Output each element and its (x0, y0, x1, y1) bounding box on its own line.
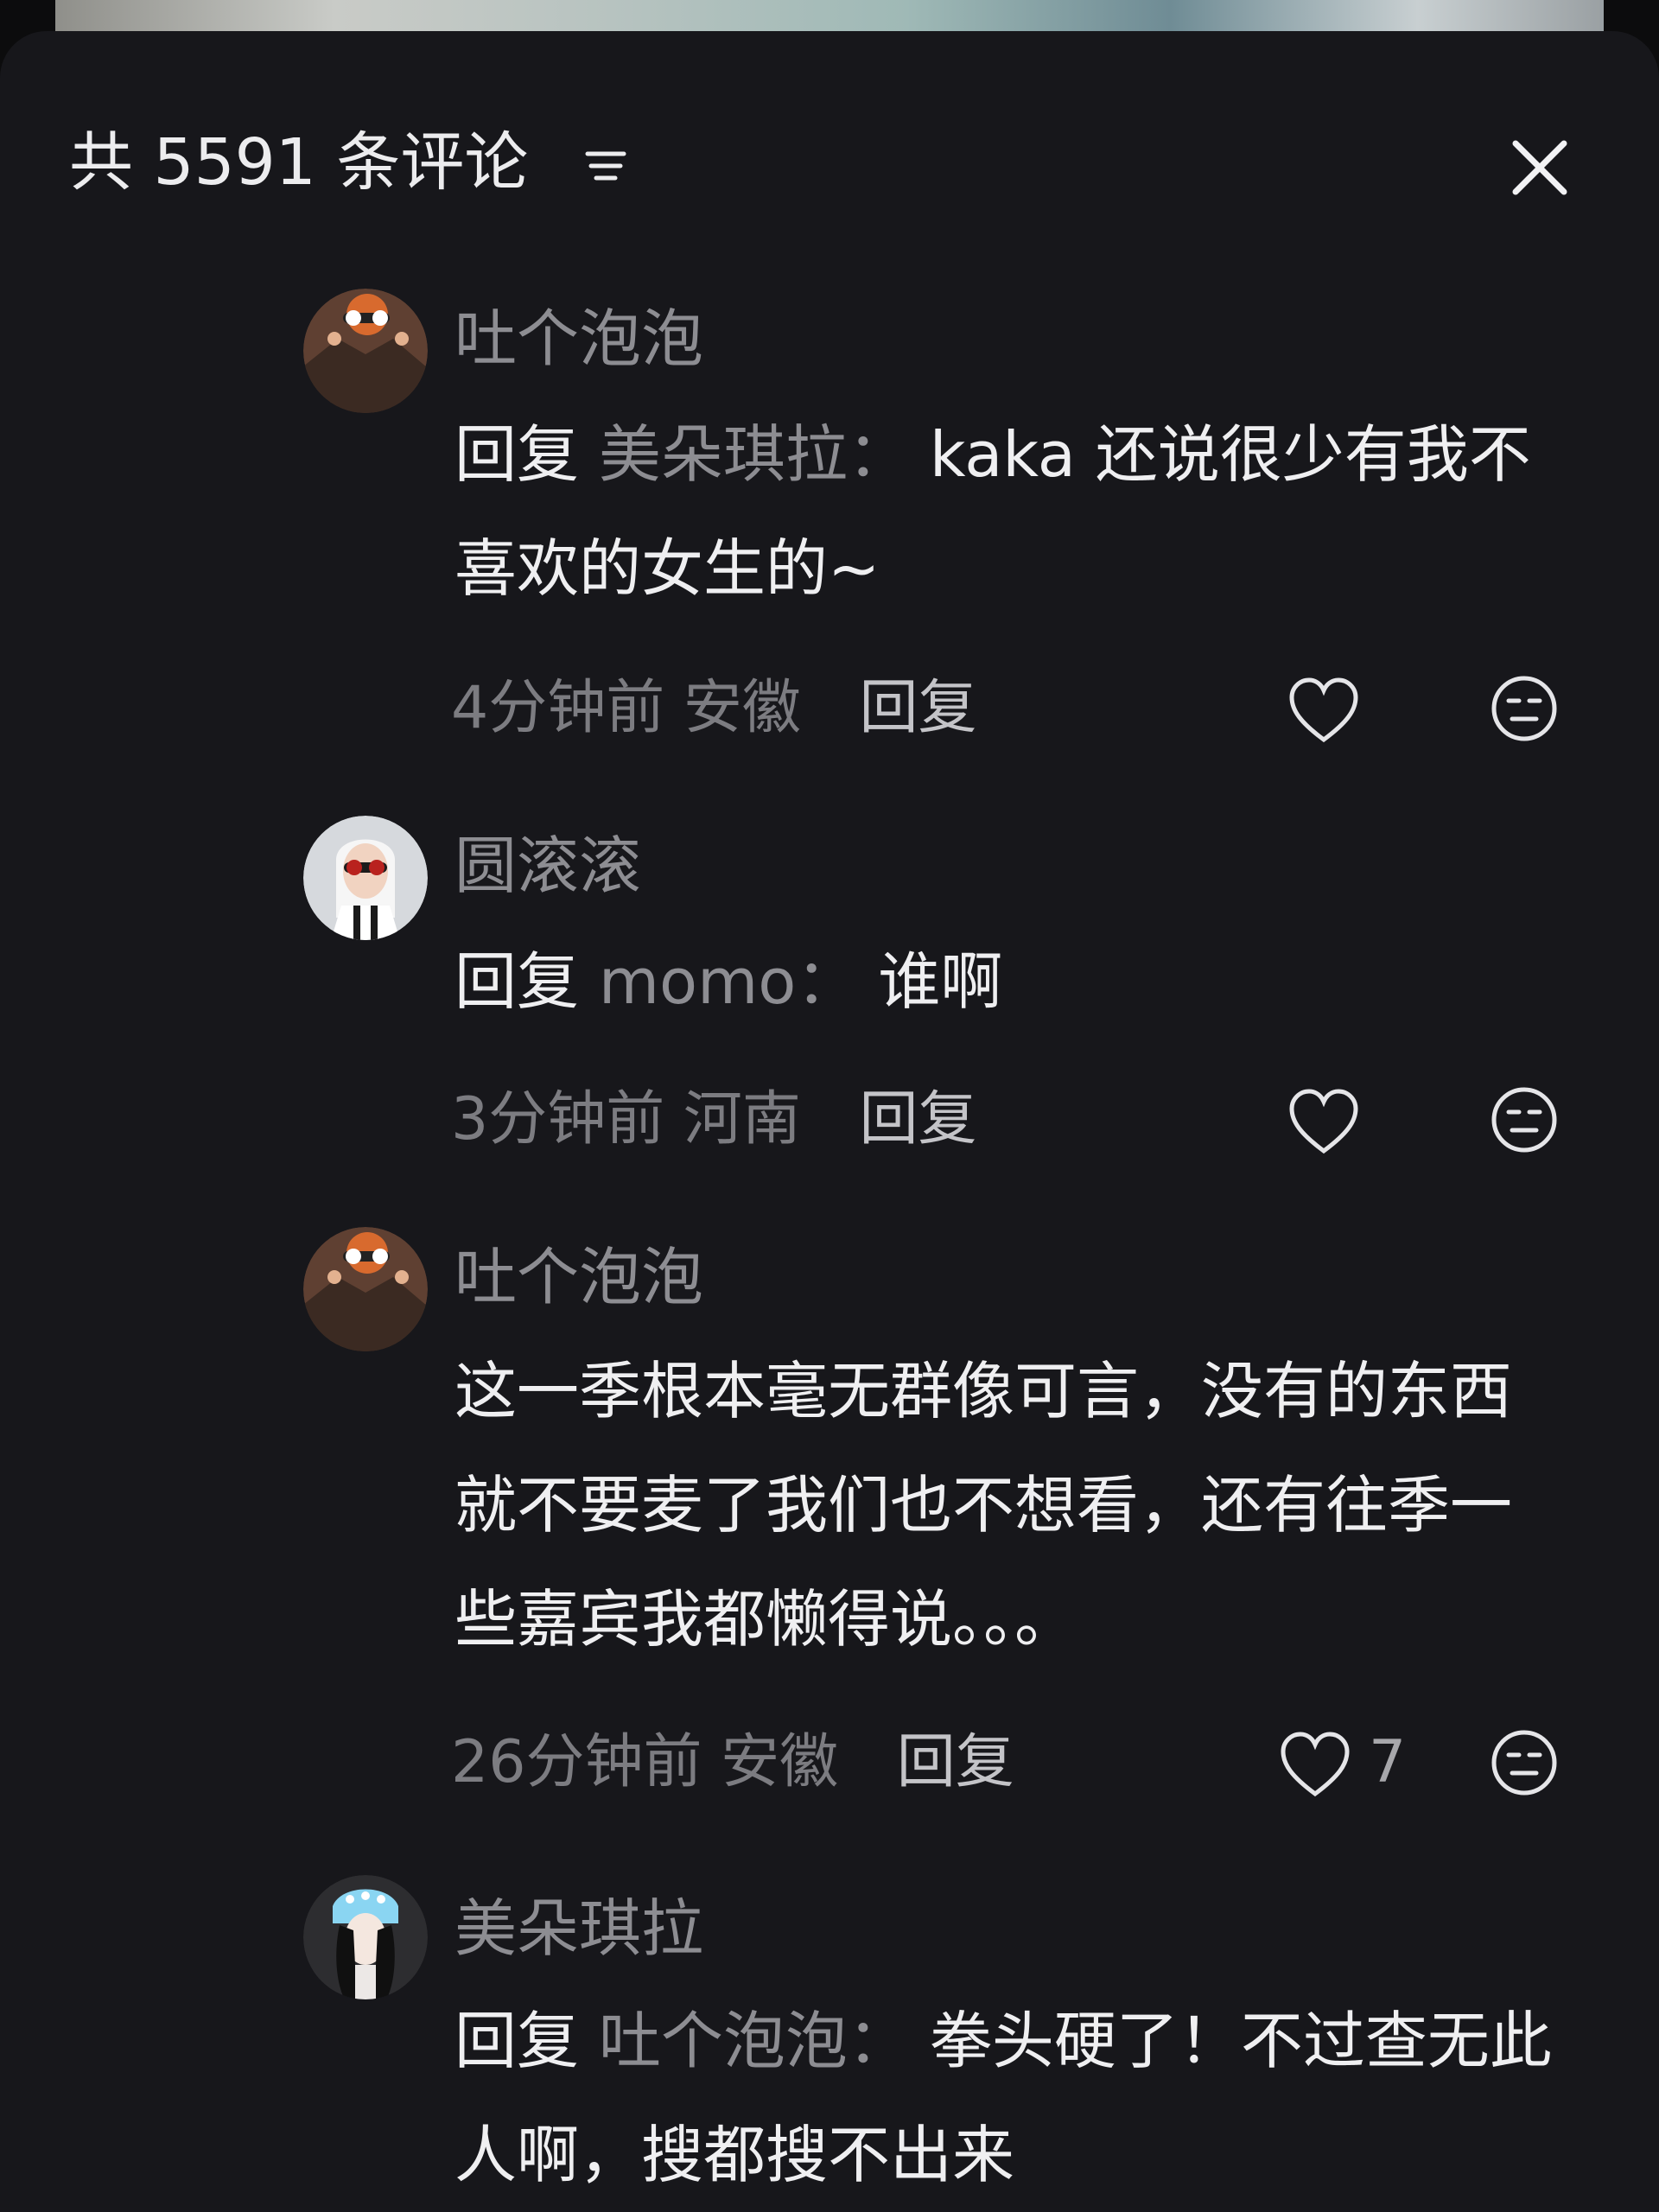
comment-content: 回复 美朵琪拉： kaka 还说很少有我不喜欢的女生的~ (454, 397, 1569, 626)
comment-username[interactable]: 美朵琪拉 (454, 1894, 703, 1963)
comment-text: 这一季根本毫无群像可言，没有的东西就不要麦了我们也不想看，还有往季一些嘉宾我都懒… (454, 1355, 1513, 1656)
comment-time: 3分钟前 (451, 1085, 665, 1154)
heart-outline-icon[interactable] (1286, 1085, 1362, 1161)
reply-target-username[interactable]: 美朵琪拉： (599, 418, 910, 491)
reply-prefix: 回复 (454, 945, 580, 1018)
user-avatar[interactable] (303, 816, 428, 940)
neutral-face-icon[interactable] (1490, 1728, 1559, 1797)
comment-meta: 3分钟前 河南 回复 (451, 1085, 977, 1154)
comment-content: 回复 吐个泡泡： 拳头硬了！不过查无此人啊，搜都搜不出来 (454, 1984, 1569, 2212)
comment-username[interactable]: 吐个泡泡 (454, 304, 703, 373)
comment-header: 共 5591 条评论 (0, 31, 1659, 197)
reply-button[interactable]: 回复 (860, 1085, 977, 1154)
comment-content: 这一季根本毫无群像可言，没有的东西就不要麦了我们也不想看，还有往季一些嘉宾我都懒… (454, 1334, 1569, 1676)
reply-prefix: 回复 (454, 418, 580, 491)
comment-time: 4分钟前 (451, 674, 665, 742)
close-icon[interactable] (1507, 135, 1573, 200)
user-avatar[interactable] (303, 1875, 428, 1999)
comment-meta: 4分钟前 安徽 回复 (451, 674, 977, 743)
comment-location: 安徽 (721, 1728, 839, 1796)
heart-outline-icon[interactable] (1286, 674, 1362, 750)
reply-prefix: 回复 (454, 2005, 580, 2077)
reply-button[interactable]: 回复 (897, 1728, 1014, 1796)
comment-username[interactable]: 圆滚滚 (454, 831, 641, 900)
comment-location: 河南 (683, 1085, 801, 1154)
user-avatar[interactable] (303, 289, 428, 413)
video-preview-strip (55, 0, 1604, 31)
comment-username[interactable]: 吐个泡泡 (454, 1243, 703, 1312)
comment-location: 安徽 (683, 674, 801, 742)
comment-time: 26分钟前 (451, 1728, 702, 1796)
sort-filter-icon[interactable] (581, 140, 632, 192)
heart-outline-icon[interactable] (1277, 1728, 1353, 1804)
comment-content: 回复 momo： 谁啊 (454, 925, 1569, 1039)
reply-target-username[interactable]: 吐个泡泡： (599, 2005, 910, 2077)
neutral-face-icon[interactable] (1490, 674, 1559, 743)
comment-count-title: 共 5591 条评论 (69, 125, 529, 200)
user-avatar[interactable] (303, 1227, 428, 1351)
comment-text: 谁啊 (878, 945, 1003, 1018)
reply-target-username[interactable]: momo： (599, 945, 858, 1018)
neutral-face-icon[interactable] (1490, 1085, 1559, 1154)
comment-meta: 26分钟前 安徽 回复 (451, 1728, 1014, 1797)
like-count: 7 (1369, 1728, 1407, 1796)
reply-button[interactable]: 回复 (860, 674, 977, 742)
